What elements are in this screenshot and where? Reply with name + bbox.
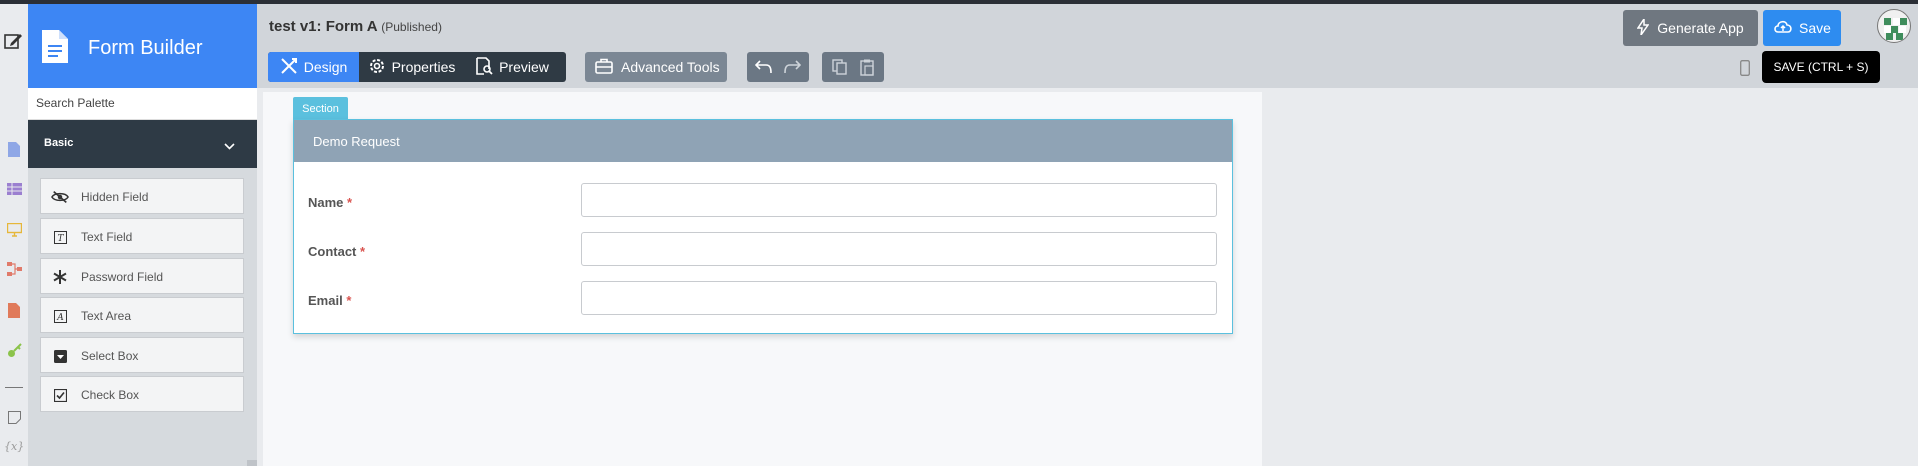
form-document-icon [42, 30, 68, 66]
palette-item-label: Password Field [81, 270, 164, 284]
asterisk-icon [51, 268, 69, 286]
empty-workspace [1262, 92, 1918, 466]
paste-icon[interactable] [852, 52, 882, 82]
save-shortcut-tooltip: SAVE (CTRL + S) [1762, 51, 1880, 83]
save-button[interactable]: Save [1763, 10, 1841, 46]
edit-icon[interactable] [2, 30, 24, 52]
required-marker: * [360, 244, 366, 259]
palette-item-label: Select Box [81, 349, 139, 363]
email-input[interactable] [581, 281, 1217, 315]
document-icon[interactable] [6, 141, 22, 157]
copy-paste-group [822, 52, 884, 82]
palette-item-hidden-field[interactable]: Hidden Field [40, 178, 244, 214]
name-input[interactable] [581, 183, 1217, 217]
redo-icon[interactable] [777, 52, 807, 82]
generate-app-button[interactable]: Generate App [1623, 10, 1758, 46]
save-label: Save [1799, 20, 1831, 36]
palette-item-password-field[interactable]: Password Field [40, 258, 244, 294]
text-field-icon: T [51, 228, 69, 246]
mobile-preview-icon[interactable] [1740, 60, 1750, 79]
palette-item-label: Hidden Field [81, 190, 149, 204]
palette-item-select-box[interactable]: Select Box [40, 337, 244, 373]
palette-item-text-field[interactable]: T Text Field [40, 218, 244, 254]
preview-button[interactable]: Preview [464, 52, 560, 82]
palette-item-text-area[interactable]: A Text Area [40, 297, 244, 333]
key-icon[interactable] [6, 342, 22, 358]
palette-item-label: Check Box [81, 388, 140, 402]
undo-redo-group [747, 52, 809, 82]
view-mode-toolbar: Design Properties Preview [268, 52, 566, 82]
table-icon[interactable] [6, 181, 22, 197]
palette-item-label: Text Area [81, 309, 132, 323]
preview-document-icon [475, 56, 493, 78]
section-tag[interactable]: Section [293, 97, 348, 120]
monitor-icon[interactable] [6, 222, 22, 238]
preview-label: Preview [499, 59, 549, 75]
app-title: Form Builder [88, 37, 203, 59]
palette-scrollbar[interactable] [247, 460, 257, 466]
design-label: Design [303, 59, 348, 75]
required-marker: * [347, 195, 353, 210]
form-name: test v1: Form A [269, 18, 378, 35]
field-label-contact: Contact * [308, 244, 366, 259]
properties-button[interactable]: Properties [359, 52, 464, 82]
chevron-down-icon [224, 138, 235, 153]
form-status: (Published) [381, 20, 442, 34]
advanced-tools-button[interactable]: Advanced Tools [585, 52, 727, 82]
palette-item-label: Text Field [81, 230, 133, 244]
eye-slash-icon [51, 188, 69, 206]
form-section-panel[interactable]: Demo Request Name * Contact * Email * [293, 119, 1233, 334]
pdf-icon[interactable] [6, 302, 22, 318]
contact-input[interactable] [581, 232, 1217, 266]
required-marker: * [346, 293, 352, 308]
avatar[interactable] [1877, 9, 1911, 43]
design-tools-icon [280, 57, 298, 78]
top-toolbar: test v1: Form A (Published) Design Prope… [257, 4, 1918, 88]
palette-item-check-box[interactable]: Check Box [40, 376, 244, 412]
lightning-icon [1636, 16, 1650, 38]
note-icon[interactable] [6, 409, 22, 425]
svg-text:T: T [57, 234, 64, 244]
copy-icon[interactable] [824, 52, 854, 82]
field-label-email: Email * [308, 293, 352, 308]
palette-search [28, 88, 257, 120]
gear-icon [368, 57, 386, 78]
undo-icon[interactable] [749, 52, 779, 82]
section-title: Demo Request [313, 134, 400, 149]
generate-app-label: Generate App [1657, 20, 1744, 36]
properties-label: Properties [391, 59, 456, 75]
palette-list: Hidden Field T Text Field Password Field… [28, 168, 257, 466]
variables-icon[interactable]: {x} [4, 440, 24, 453]
svg-text:A: A [56, 313, 64, 323]
select-box-icon [51, 347, 69, 365]
rail-divider [5, 387, 23, 388]
advanced-tools-label: Advanced Tools [621, 59, 720, 75]
search-palette-input[interactable] [28, 88, 244, 117]
field-label-name: Name * [308, 195, 353, 210]
palette-group-basic[interactable]: Basic [28, 120, 257, 168]
text-area-icon: A [51, 307, 69, 325]
section-header[interactable]: Demo Request [294, 120, 1232, 162]
cloud-upload-icon [1773, 19, 1793, 37]
palette-group-label: Basic [44, 137, 74, 149]
flow-icon[interactable] [6, 261, 22, 277]
app-header: Form Builder [28, 4, 257, 88]
briefcase-icon [595, 58, 613, 77]
design-button[interactable]: Design [268, 52, 359, 82]
checkbox-icon [51, 386, 69, 404]
left-icon-rail: {x} [0, 4, 28, 466]
form-title: test v1: Form A (Published) [269, 18, 442, 35]
